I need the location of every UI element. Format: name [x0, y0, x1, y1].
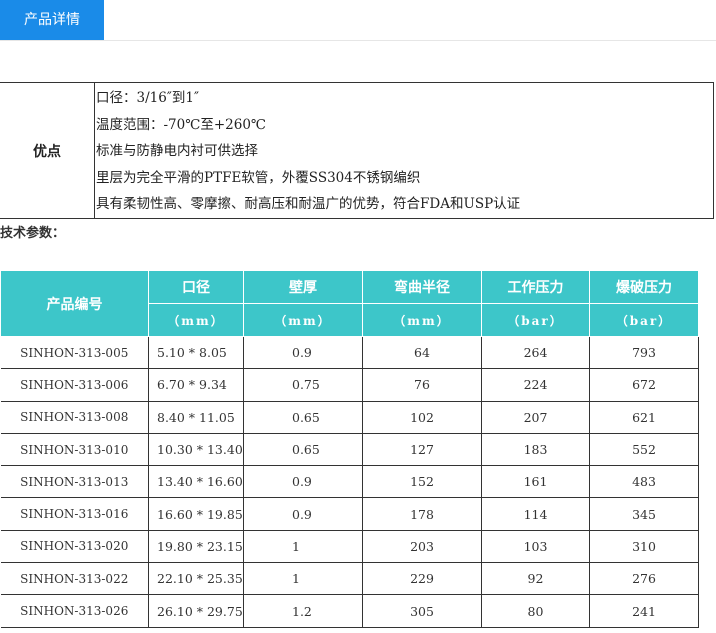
advantages-label: 优点 [0, 83, 95, 218]
cell-wall: 0.65 [243, 432, 363, 467]
cell-code: SINHON-313-010 [0, 432, 149, 467]
cell-bend: 76 [362, 368, 482, 402]
cell-burst: 483 [589, 465, 699, 499]
header-product-code: 产品编号 [0, 270, 149, 337]
cell-burst: 621 [589, 400, 699, 434]
cell-bore: 8.40 * 11.05 [148, 400, 244, 434]
cell-burst: 241 [589, 594, 699, 628]
cell-burst: 276 [589, 562, 699, 596]
cell-wall: 1.2 [243, 594, 363, 628]
cell-bend: 178 [362, 497, 482, 531]
cell-work: 161 [481, 465, 590, 499]
header-bend-radius: 弯曲半径 [362, 270, 482, 304]
cell-code: SINHON-313-006 [0, 368, 149, 402]
table-row: SINHON-313-022 22.10 * 25.35 1 229 92 27… [0, 562, 699, 596]
cell-code: SINHON-313-020 [0, 529, 149, 564]
header-wall-thickness: 壁厚 [243, 270, 363, 304]
tab-bar: 产品详情 [0, 0, 716, 41]
cell-bore: 6.70 * 9.34 [148, 368, 244, 402]
table-row: SINHON-313-008 8.40 * 11.05 0.65 102 207… [0, 400, 699, 434]
cell-bend: 305 [362, 594, 482, 628]
cell-work: 183 [481, 432, 590, 467]
cell-code: SINHON-313-022 [0, 562, 149, 596]
table-row: SINHON-313-013 13.40 * 16.60 0.9 152 161… [0, 465, 699, 499]
cell-bore: 10.30 * 13.40 [148, 432, 244, 467]
cell-burst: 552 [589, 432, 699, 467]
table-row: SINHON-313-006 6.70 * 9.34 0.75 76 224 6… [0, 368, 699, 402]
advantages-list: 口径：3/16″到1″ 温度范围：-70℃至+260℃ 标准与防静电内衬可供选择… [96, 85, 520, 218]
advantage-item: 标准与防静电内衬可供选择 [96, 143, 258, 159]
cell-bend: 64 [362, 335, 482, 370]
cell-bore: 16.60 * 19.85 [148, 497, 244, 531]
table-row: SINHON-313-010 10.30 * 13.40 0.65 127 18… [0, 432, 699, 467]
cell-bend: 152 [362, 465, 482, 499]
cell-bend: 203 [362, 529, 482, 564]
cell-bend: 127 [362, 432, 482, 467]
unit-working-pressure: （bar） [481, 303, 590, 337]
cell-bore: 5.10 * 8.05 [148, 335, 244, 370]
cell-bore: 22.10 * 25.35 [148, 562, 244, 596]
tab-product-details[interactable]: 产品详情 [0, 0, 104, 40]
advantage-item: 具有柔韧性高、零摩擦、耐高压和耐温广的优势，符合FDA和USP认证 [96, 196, 521, 212]
cell-wall: 0.9 [243, 465, 363, 499]
cell-wall: 1 [243, 562, 363, 596]
cell-burst: 310 [589, 529, 699, 564]
cell-bore: 13.40 * 16.60 [148, 465, 244, 499]
advantages-box: 优点 口径：3/16″到1″ 温度范围：-70℃至+260℃ 标准与防静电内衬可… [0, 82, 714, 219]
cell-code: SINHON-313-013 [0, 465, 149, 499]
table-row: SINHON-313-005 5.10 * 8.05 0.9 64 264 79… [0, 335, 699, 370]
cell-work: 92 [481, 562, 590, 596]
unit-bend-radius: （mm） [362, 303, 482, 337]
cell-bore: 26.10 * 29.75 [148, 594, 244, 628]
cell-code: SINHON-313-016 [0, 497, 149, 531]
header-bore: 口径 [148, 270, 244, 304]
header-working-pressure: 工作压力 [481, 270, 590, 304]
cell-work: 264 [481, 335, 590, 370]
cell-wall: 0.75 [243, 368, 363, 402]
spec-section-title: 技术参数： [0, 226, 66, 241]
cell-burst: 672 [589, 368, 699, 402]
cell-bore: 19.80 * 23.15 [148, 529, 244, 564]
table-row: SINHON-313-026 26.10 * 29.75 1.2 305 80 … [0, 594, 699, 628]
cell-work: 80 [481, 594, 590, 628]
cell-burst: 345 [589, 497, 699, 531]
table-row: SINHON-313-016 16.60 * 19.85 0.9 178 114… [0, 497, 699, 531]
cell-wall: 1 [243, 529, 363, 564]
cell-wall: 0.65 [243, 400, 363, 434]
cell-wall: 0.9 [243, 497, 363, 531]
cell-bend: 229 [362, 562, 482, 596]
cell-code: SINHON-313-026 [0, 594, 149, 628]
unit-bore: （mm） [148, 303, 244, 337]
advantage-item: 里层为完全平滑的PTFE软管，外覆SS304不锈钢编织 [96, 169, 421, 186]
cell-code: SINHON-313-005 [0, 335, 149, 370]
unit-wall-thickness: （mm） [243, 303, 363, 337]
cell-work: 224 [481, 368, 590, 402]
cell-burst: 793 [589, 335, 699, 370]
advantage-item: 口径：3/16″到1″ [96, 90, 199, 106]
header-burst-pressure: 爆破压力 [589, 270, 699, 304]
advantage-item: 温度范围：-70℃至+260℃ [96, 116, 267, 133]
unit-burst-pressure: （bar） [589, 303, 699, 337]
cell-code: SINHON-313-008 [0, 400, 149, 434]
cell-work: 103 [481, 529, 590, 564]
cell-work: 207 [481, 400, 590, 434]
cell-wall: 0.9 [243, 335, 363, 370]
table-row: SINHON-313-020 19.80 * 23.15 1 203 103 3… [0, 529, 699, 564]
cell-work: 114 [481, 497, 590, 531]
cell-bend: 102 [362, 400, 482, 434]
spec-table: 产品编号 口径 壁厚 弯曲半径 工作压力 爆破压力 （mm） （mm） （mm）… [0, 270, 699, 628]
